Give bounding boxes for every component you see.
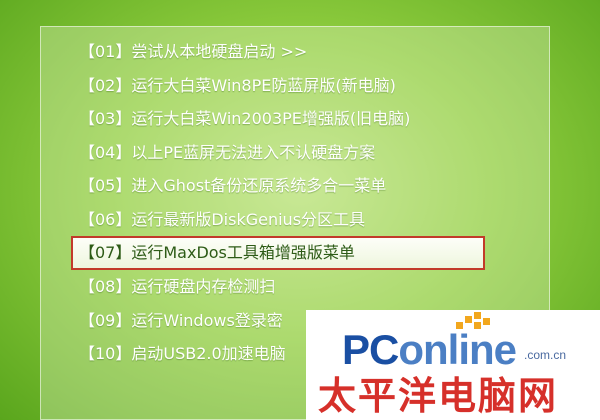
menu-item-01[interactable]: 【01】尝试从本地硬盘启动 >> [73,35,533,69]
menu-item-08[interactable]: 【08】运行硬盘内存检测扫 [73,270,533,304]
menu-item-04[interactable]: 【04】以上PE蓝屏无法进入不认硬盘方案 [73,136,533,170]
menu-item-02[interactable]: 【02】运行大白菜Win8PE防蓝屏版(新电脑) [73,69,533,103]
menu-item-05[interactable]: 【05】进入Ghost备份还原系统多合一菜单 [73,169,533,203]
logo-online: online [398,326,517,373]
menu-item-06[interactable]: 【06】运行最新版DiskGenius分区工具 [73,203,533,237]
menu-item-07-selected[interactable]: 【07】运行MaxDos工具箱增强版菜单 [71,236,485,270]
menu-item-03[interactable]: 【03】运行大白菜Win2003PE增强版(旧电脑) [73,102,533,136]
logo-chinese-name: 太平洋电脑网 [318,374,559,418]
pconline-watermark: PConline .com.cn 太平洋电脑网 [306,310,600,420]
logo-wordmark: PConline [342,326,517,374]
logo-domain: .com.cn [524,348,567,362]
logo-pc: PC [342,326,399,373]
